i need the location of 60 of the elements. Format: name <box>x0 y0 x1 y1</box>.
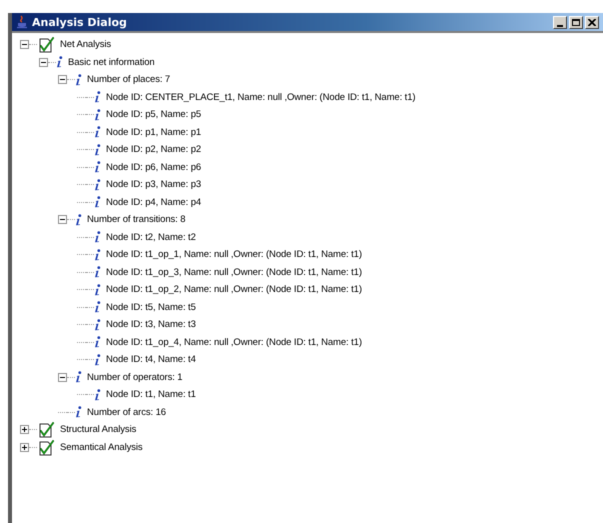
info-icon <box>94 284 101 296</box>
tree-item-label[interactable]: Semantical Analysis <box>60 442 143 453</box>
info-icon <box>75 74 82 86</box>
tree-item-label[interactable]: Node ID: p2, Name: p2 <box>106 144 202 156</box>
info-icon <box>94 266 101 278</box>
minimize-button[interactable] <box>553 16 567 28</box>
tree-item-label[interactable]: Number of places: 7 <box>87 74 170 86</box>
expand-toggle[interactable] <box>20 442 29 452</box>
close-button[interactable] <box>585 16 599 28</box>
info-icon <box>94 178 101 191</box>
tree-item-label[interactable]: Node ID: t1_op_2, Name: null ,Owner: (Node ID: t1, Name: t1) <box>106 284 362 296</box>
tree-item-label[interactable]: Node ID: p1, Name: p1 <box>106 126 202 138</box>
tree-item-label[interactable]: Node ID: t4, Name: t4 <box>106 354 196 366</box>
collapse-toggle[interactable] <box>20 40 29 50</box>
tree-item-label[interactable]: Node ID: t3, Name: t3 <box>106 319 196 330</box>
collapse-toggle[interactable] <box>58 215 67 224</box>
tree-item-label[interactable]: Net Analysis <box>60 39 112 50</box>
tree-item-label[interactable]: Node ID: t1_op_3, Name: null ,Owner: (Node ID: t1, Name: t1) <box>106 266 362 278</box>
tree-item-label[interactable]: Node ID: t2, Name: t2 <box>106 232 196 243</box>
info-icon <box>94 108 101 121</box>
checked-document-icon <box>37 438 55 456</box>
info-icon <box>94 354 101 366</box>
collapse-toggle[interactable] <box>58 75 67 84</box>
info-icon <box>75 371 82 384</box>
collapse-toggle[interactable] <box>58 372 67 382</box>
tree-item-label[interactable]: Node ID: p3, Name: p3 <box>106 179 202 190</box>
info-icon <box>94 248 101 261</box>
tree-item-label[interactable]: Node ID: t1_op_4, Name: null ,Owner: (Node ID: t1, Name: t1) <box>106 336 362 348</box>
info-icon <box>94 388 101 401</box>
info-icon <box>56 56 63 68</box>
info-icon <box>94 126 101 138</box>
tree-item-label[interactable]: Node ID: p5, Name: p5 <box>106 109 202 120</box>
expand-toggle[interactable] <box>20 425 29 434</box>
tree-item-label[interactable]: Node ID: p4, Name: p4 <box>106 196 202 208</box>
info-icon <box>94 301 101 314</box>
tree-item-label[interactable]: Node ID: t1_op_1, Name: null ,Owner: (Node ID: t1, Name: t1) <box>106 249 362 260</box>
tree-item-label[interactable]: Number of operators: 1 <box>87 372 182 383</box>
info-icon <box>94 161 101 174</box>
tree-item-label[interactable]: Node ID: CENTER_PLACE_t1, Name: null ,Owner: (Node ID: t1, Name: t1) <box>106 92 416 103</box>
tree-item-label[interactable]: Node ID: t5, Name: t5 <box>106 302 196 313</box>
info-icon <box>94 318 101 331</box>
info-icon <box>94 231 101 244</box>
coffee-cup-icon <box>16 15 28 29</box>
info-icon <box>75 406 82 418</box>
tree-item-label[interactable]: Structural Analysis <box>60 424 136 436</box>
tree-item-label[interactable]: Number of transitions: 8 <box>87 214 186 226</box>
tree-item-label[interactable]: Number of arcs: 16 <box>87 406 166 418</box>
info-icon <box>94 196 101 208</box>
info-icon <box>94 336 101 348</box>
tree-item-label[interactable]: Node ID: p6, Name: p6 <box>106 162 202 173</box>
checked-document-icon <box>37 36 55 54</box>
info-icon <box>75 214 82 226</box>
maximize-button[interactable] <box>569 16 583 28</box>
tree-item-label[interactable]: Node ID: t1, Name: t1 <box>106 389 196 400</box>
tree-item-label[interactable]: Basic net information <box>68 56 155 68</box>
checked-document-icon <box>37 421 55 438</box>
window-title: Analysis Dialog <box>32 16 128 28</box>
collapse-toggle[interactable] <box>39 58 48 67</box>
info-icon <box>94 144 101 156</box>
info-icon <box>94 91 101 104</box>
